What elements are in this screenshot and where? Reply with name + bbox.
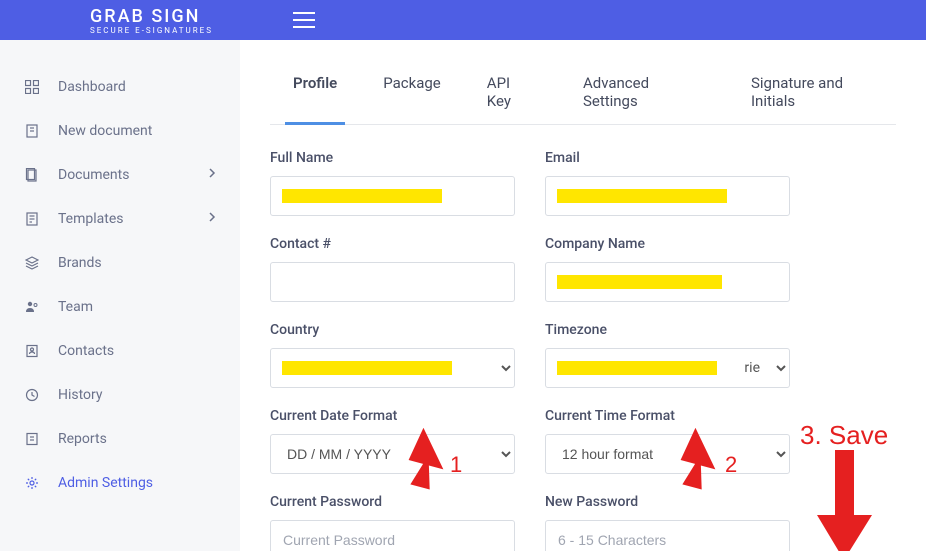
sidebar: Dashboard New document Documents Templat…	[0, 40, 240, 551]
annotation-arrow-1	[395, 428, 445, 493]
current-password-input[interactable]	[270, 520, 515, 551]
annotation-label-3: 3. Save	[800, 420, 888, 451]
sidebar-item-dashboard[interactable]: Dashboard	[0, 65, 240, 109]
annotation-label-1: 1	[450, 452, 462, 478]
sidebar-item-documents[interactable]: Documents	[0, 153, 240, 197]
sidebar-item-label: Reports	[58, 431, 107, 447]
tab-signature-initials[interactable]: Signature and Initials	[743, 60, 896, 124]
sidebar-item-contacts[interactable]: Contacts	[0, 329, 240, 373]
new-password-input[interactable]	[545, 520, 790, 551]
full-name-label: Full Name	[270, 150, 515, 166]
tab-advanced-settings[interactable]: Advanced Settings	[575, 60, 713, 124]
logo: GRAB SIGN SECURE E-SIGNATURES	[90, 6, 213, 35]
logo-main: GRAB SIGN	[90, 6, 213, 27]
company-input[interactable]	[545, 262, 790, 302]
sidebar-item-history[interactable]: History	[0, 373, 240, 417]
country-label: Country	[270, 322, 515, 338]
tab-package[interactable]: Package	[375, 60, 449, 124]
tabs: Profile Package API Key Advanced Setting…	[270, 60, 896, 125]
full-name-input[interactable]	[270, 176, 515, 216]
chevron-right-icon	[208, 211, 216, 227]
tab-profile[interactable]: Profile	[285, 60, 345, 125]
annotation-arrow-3	[817, 450, 872, 551]
sidebar-item-label: Dashboard	[58, 79, 126, 95]
sidebar-item-new-document[interactable]: New document	[0, 109, 240, 153]
annotation-arrow-2	[667, 428, 717, 493]
sidebar-item-label: Admin Settings	[58, 475, 153, 491]
profile-form: Full Name Email Contact # Company Name	[270, 150, 830, 551]
email-label: Email	[545, 150, 790, 166]
settings-icon	[24, 475, 40, 491]
documents-icon	[24, 167, 40, 183]
new-document-icon	[24, 123, 40, 139]
timezone-visible-text: rie	[744, 360, 760, 376]
sidebar-item-label: Team	[58, 299, 93, 315]
sidebar-item-label: Templates	[58, 211, 124, 227]
menu-toggle-icon[interactable]	[293, 7, 315, 33]
sidebar-item-brands[interactable]: Brands	[0, 241, 240, 285]
sidebar-item-label: New document	[58, 123, 152, 139]
tab-api-key[interactable]: API Key	[479, 60, 545, 124]
sidebar-item-admin-settings[interactable]: Admin Settings	[0, 461, 240, 505]
country-select[interactable]	[270, 348, 515, 388]
email-input[interactable]	[545, 176, 790, 216]
sidebar-item-label: Brands	[58, 255, 102, 271]
timezone-label: Timezone	[545, 322, 790, 338]
sidebar-item-reports[interactable]: Reports	[0, 417, 240, 461]
history-icon	[24, 387, 40, 403]
sidebar-item-label: History	[58, 387, 103, 403]
templates-icon	[24, 211, 40, 227]
contact-label: Contact #	[270, 236, 515, 252]
sidebar-item-templates[interactable]: Templates	[0, 197, 240, 241]
contacts-icon	[24, 343, 40, 359]
brands-icon	[24, 255, 40, 271]
date-format-label: Current Date Format	[270, 408, 515, 424]
annotation-label-2: 2	[725, 452, 737, 478]
company-label: Company Name	[545, 236, 790, 252]
main-content: Profile Package API Key Advanced Setting…	[240, 40, 926, 551]
sidebar-item-team[interactable]: Team	[0, 285, 240, 329]
app-header: GRAB SIGN SECURE E-SIGNATURES	[0, 0, 926, 40]
sidebar-item-label: Contacts	[58, 343, 114, 359]
chevron-right-icon	[208, 167, 216, 183]
current-password-label: Current Password	[270, 494, 515, 510]
reports-icon	[24, 431, 40, 447]
new-password-label: New Password	[545, 494, 790, 510]
dashboard-icon	[24, 79, 40, 95]
logo-sub: SECURE E-SIGNATURES	[90, 26, 213, 35]
date-format-select[interactable]: DD / MM / YYYY	[270, 434, 515, 474]
time-format-label: Current Time Format	[545, 408, 790, 424]
sidebar-item-label: Documents	[58, 167, 129, 183]
contact-input[interactable]	[270, 262, 515, 302]
team-icon	[24, 299, 40, 315]
